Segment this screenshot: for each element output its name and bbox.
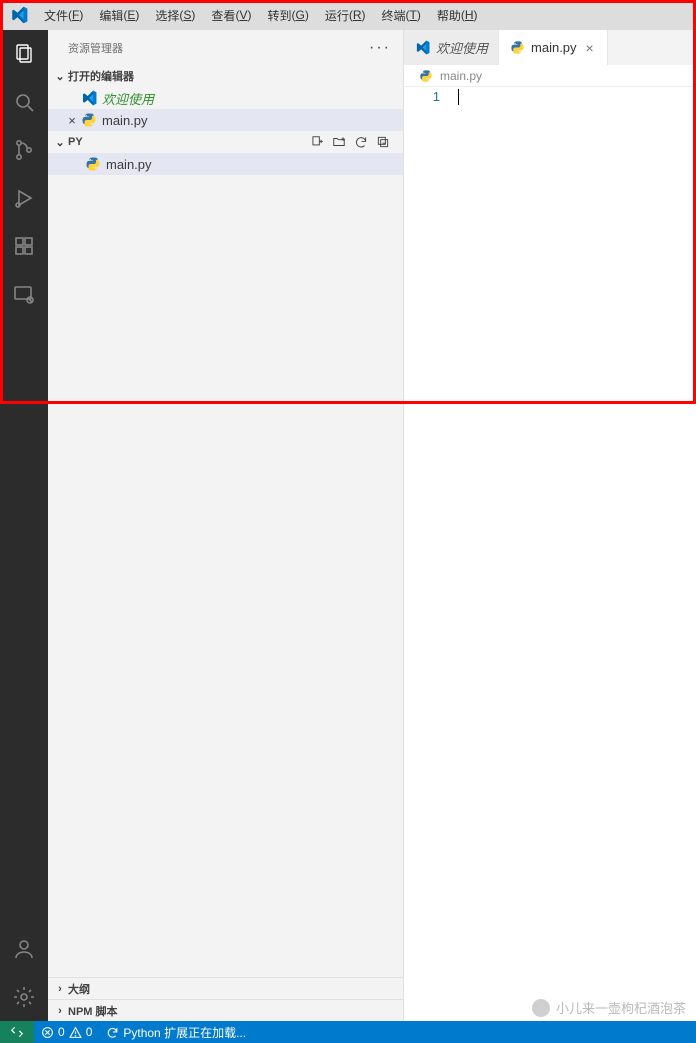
menu-terminal[interactable]: 终端(T) xyxy=(374,0,429,30)
tab-mainpy-label: main.py xyxy=(531,40,577,55)
outline-label: 大纲 xyxy=(68,981,90,997)
tab-mainpy[interactable]: main.py × xyxy=(499,30,608,65)
open-editor-mainpy[interactable]: × main.py xyxy=(48,109,403,131)
open-editor-welcome[interactable]: 欢迎使用 xyxy=(48,87,403,109)
open-editors-header[interactable]: ⌄ 打开的编辑器 xyxy=(48,65,403,87)
code-content[interactable] xyxy=(452,87,696,1021)
npm-scripts-header[interactable]: › NPM 脚本 xyxy=(48,999,403,1021)
collapse-all-icon[interactable] xyxy=(375,134,391,150)
folder-label: PY xyxy=(68,136,83,148)
tab-welcome-label: 欢迎使用 xyxy=(436,38,488,57)
activity-accounts[interactable] xyxy=(0,925,48,973)
editor-tabs: 欢迎使用 main.py × xyxy=(404,30,696,65)
npm-scripts-label: NPM 脚本 xyxy=(68,1003,118,1019)
file-mainpy[interactable]: main.py xyxy=(48,153,403,175)
open-editor-mainpy-label: main.py xyxy=(102,113,148,128)
file-mainpy-label: main.py xyxy=(106,157,152,172)
activity-explorer[interactable] xyxy=(0,30,48,78)
activity-search[interactable] xyxy=(0,78,48,126)
remote-indicator[interactable] xyxy=(0,1021,34,1043)
sidebar-header: 资源管理器 ··· xyxy=(48,30,403,65)
text-cursor xyxy=(458,89,459,105)
python-file-icon xyxy=(509,40,525,56)
sidebar-more-icon[interactable]: ··· xyxy=(369,39,391,57)
status-python-loading[interactable]: Python 扩展正在加载... xyxy=(99,1021,253,1043)
activity-source-control[interactable] xyxy=(0,126,48,174)
status-problems[interactable]: 0 0 xyxy=(34,1021,99,1043)
menu-run[interactable]: 运行(R) xyxy=(317,0,374,30)
explorer-sidebar: 资源管理器 ··· ⌄ 打开的编辑器 欢迎使用 xyxy=(48,30,404,1021)
sidebar-title: 资源管理器 xyxy=(68,40,123,56)
breadcrumbs[interactable]: main.py xyxy=(404,65,696,87)
vscode-logo-icon xyxy=(414,40,430,56)
menu-selection[interactable]: 选择(S) xyxy=(147,0,203,30)
menu-view[interactable]: 查看(V) xyxy=(203,0,259,30)
open-editors-label: 打开的编辑器 xyxy=(68,68,134,84)
outline-header[interactable]: › 大纲 xyxy=(48,977,403,999)
status-bar: 0 0 Python 扩展正在加载... xyxy=(0,1021,696,1043)
activity-remote-explorer[interactable] xyxy=(0,270,48,318)
menu-go[interactable]: 转到(G) xyxy=(259,0,316,30)
activity-run-debug[interactable] xyxy=(0,174,48,222)
menu-edit[interactable]: 编辑(E) xyxy=(91,0,147,30)
python-file-icon xyxy=(80,111,98,129)
chevron-down-icon: ⌄ xyxy=(52,70,68,83)
code-editor[interactable]: 1 xyxy=(404,87,696,1021)
line-gutter: 1 xyxy=(404,87,452,1021)
new-folder-icon[interactable] xyxy=(331,134,347,150)
folder-header[interactable]: ⌄ PY xyxy=(48,131,403,153)
close-icon[interactable]: × xyxy=(583,40,597,56)
menu-file[interactable]: 文件(F) xyxy=(36,0,91,30)
chevron-down-icon: ⌄ xyxy=(52,136,68,149)
menu-bar: 文件(F) 编辑(E) 选择(S) 查看(V) 转到(G) 运行(R) 终端(T… xyxy=(0,0,696,30)
status-warnings-count: 0 xyxy=(86,1025,93,1039)
refresh-icon[interactable] xyxy=(353,134,369,150)
menu-help[interactable]: 帮助(H) xyxy=(429,0,486,30)
chevron-right-icon: › xyxy=(52,1005,68,1017)
line-number-1: 1 xyxy=(404,89,440,104)
close-icon[interactable]: × xyxy=(64,113,80,128)
python-file-icon xyxy=(418,68,434,84)
activity-settings[interactable] xyxy=(0,973,48,1021)
breadcrumb-file: main.py xyxy=(440,69,482,83)
editor-group: 欢迎使用 main.py × main.py 1 xyxy=(404,30,696,1021)
chevron-right-icon: › xyxy=(52,983,68,995)
activity-bar xyxy=(0,30,48,1021)
vscode-logo-icon xyxy=(8,4,30,26)
new-file-icon[interactable] xyxy=(309,134,325,150)
activity-extensions[interactable] xyxy=(0,222,48,270)
sidebar-bottom-sections: › 大纲 › NPM 脚本 xyxy=(48,977,403,1021)
vscode-logo-icon xyxy=(80,89,98,107)
status-errors-count: 0 xyxy=(58,1025,65,1039)
tab-welcome[interactable]: 欢迎使用 xyxy=(404,30,499,65)
python-file-icon xyxy=(84,155,102,173)
status-loading-text: Python 扩展正在加载... xyxy=(123,1024,246,1041)
open-editor-welcome-label: 欢迎使用 xyxy=(102,89,154,108)
